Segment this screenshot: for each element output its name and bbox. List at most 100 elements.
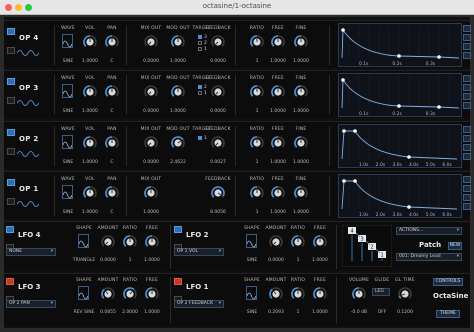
vol-knob[interactable] bbox=[82, 34, 98, 50]
gl-time-knob[interactable] bbox=[397, 286, 413, 302]
operator-mute[interactable] bbox=[7, 47, 15, 54]
envelope-editor[interactable]: 1.0s 2.0s 3.0s 4.0s 5.0s 6.0s bbox=[338, 124, 462, 168]
fine-knob[interactable] bbox=[293, 185, 309, 201]
wave-selector[interactable] bbox=[62, 84, 73, 98]
lfo-target-dropdown[interactable]: OP 2 FEEDBACK ▾ bbox=[174, 300, 224, 308]
operator-toggle[interactable] bbox=[7, 179, 15, 186]
target-checkbox[interactable] bbox=[198, 35, 202, 39]
free-knob[interactable] bbox=[270, 135, 286, 151]
target-checkbox[interactable] bbox=[198, 85, 202, 89]
envelope-handle[interactable] bbox=[407, 205, 411, 209]
envelope-handle[interactable] bbox=[397, 104, 401, 108]
envelope-handle[interactable] bbox=[407, 155, 411, 159]
wave-selector[interactable] bbox=[62, 34, 73, 48]
lfo-toggle[interactable] bbox=[6, 226, 14, 233]
envelope-zoom-button[interactable] bbox=[463, 144, 471, 151]
envelope-zoom-button[interactable] bbox=[463, 102, 471, 109]
target-checkbox[interactable] bbox=[198, 136, 202, 140]
mod-out-knob[interactable] bbox=[170, 84, 186, 100]
pan-knob[interactable] bbox=[104, 185, 120, 201]
controls-button[interactable]: CONTROLS bbox=[433, 278, 463, 286]
volume-knob[interactable] bbox=[351, 286, 367, 302]
lfo-shape-selector[interactable] bbox=[246, 286, 257, 300]
envelope-handle[interactable] bbox=[341, 78, 345, 82]
lfo-shape-selector[interactable] bbox=[78, 234, 89, 248]
envelope-zoom-button[interactable] bbox=[463, 43, 471, 50]
lfo-amount-knob[interactable] bbox=[268, 234, 284, 250]
fine-knob[interactable] bbox=[293, 135, 309, 151]
free-knob[interactable] bbox=[270, 34, 286, 50]
envelope-handle[interactable] bbox=[437, 105, 441, 109]
envelope-handle[interactable] bbox=[353, 179, 357, 183]
actions-dropdown[interactable]: ACTIONS... ▾ bbox=[396, 227, 462, 235]
envelope-zoom-button[interactable] bbox=[463, 34, 471, 41]
lfo-free-knob[interactable] bbox=[312, 286, 328, 302]
fine-knob[interactable] bbox=[293, 84, 309, 100]
feedback-knob[interactable] bbox=[210, 135, 226, 151]
lfo-ratio-knob[interactable] bbox=[122, 234, 138, 250]
envelope-zoom-button[interactable] bbox=[463, 194, 471, 201]
mod-out-knob[interactable] bbox=[170, 34, 186, 50]
envelope-zoom-button[interactable] bbox=[463, 75, 471, 82]
envelope-editor[interactable]: 0.1s 0.2s 0.3s bbox=[338, 73, 462, 117]
envelope-zoom-button[interactable] bbox=[463, 93, 471, 100]
envelope-handle[interactable] bbox=[341, 28, 345, 32]
envelope-zoom-button[interactable] bbox=[463, 25, 471, 32]
lfo-toggle[interactable] bbox=[6, 278, 14, 285]
ratio-knob[interactable] bbox=[249, 185, 265, 201]
envelope-zoom-button[interactable] bbox=[463, 185, 471, 192]
wave-selector[interactable] bbox=[62, 135, 73, 149]
mix-out-knob[interactable] bbox=[143, 135, 159, 151]
lfo-ratio-knob[interactable] bbox=[290, 234, 306, 250]
operator-mute[interactable] bbox=[7, 97, 15, 104]
mix-out-knob[interactable] bbox=[143, 185, 159, 201]
lfo-shape-selector[interactable] bbox=[246, 234, 257, 248]
target-checkbox[interactable] bbox=[198, 47, 202, 51]
vol-knob[interactable] bbox=[82, 135, 98, 151]
ratio-knob[interactable] bbox=[249, 34, 265, 50]
envelope-handle[interactable] bbox=[342, 129, 346, 133]
envelope-editor[interactable]: 1.0s 2.0s 3.0s 4.0s 5.0s 6.0s bbox=[338, 174, 462, 218]
ratio-knob[interactable] bbox=[249, 84, 265, 100]
envelope-handle[interactable] bbox=[353, 129, 357, 133]
envelope-zoom-button[interactable] bbox=[463, 203, 471, 210]
theme-button[interactable]: THEME bbox=[436, 310, 460, 318]
vol-knob[interactable] bbox=[82, 84, 98, 100]
operator-mute[interactable] bbox=[7, 198, 15, 205]
feedback-knob[interactable] bbox=[210, 185, 226, 201]
lfo-toggle[interactable] bbox=[174, 278, 182, 285]
lfo-amount-knob[interactable] bbox=[268, 286, 284, 302]
target-option[interactable]: 1 bbox=[198, 90, 207, 96]
envelope-zoom-button[interactable] bbox=[463, 52, 471, 59]
operator-toggle[interactable] bbox=[7, 78, 15, 85]
mix-out-knob[interactable] bbox=[143, 84, 159, 100]
target-option[interactable]: 1 bbox=[198, 135, 207, 141]
envelope-handle[interactable] bbox=[342, 179, 346, 183]
target-checkbox[interactable] bbox=[198, 41, 202, 45]
ratio-knob[interactable] bbox=[249, 135, 265, 151]
target-checkbox[interactable] bbox=[198, 91, 202, 95]
lfo-target-dropdown[interactable]: NONE ▾ bbox=[6, 248, 56, 256]
lfo-amount-knob[interactable] bbox=[100, 234, 116, 250]
pan-knob[interactable] bbox=[104, 34, 120, 50]
envelope-zoom-button[interactable] bbox=[463, 135, 471, 142]
target-option[interactable]: 1 bbox=[198, 46, 207, 52]
feedback-knob[interactable] bbox=[210, 84, 226, 100]
operator-toggle[interactable] bbox=[7, 129, 15, 136]
wave-selector[interactable] bbox=[62, 185, 73, 199]
mod-out-knob[interactable] bbox=[170, 135, 186, 151]
lfo-free-knob[interactable] bbox=[144, 286, 160, 302]
operator-toggle[interactable] bbox=[7, 28, 15, 35]
envelope-handle[interactable] bbox=[437, 55, 441, 59]
envelope-zoom-button[interactable] bbox=[463, 126, 471, 133]
envelope-handle[interactable] bbox=[397, 54, 401, 58]
glide-dropdown[interactable]: LEG bbox=[372, 288, 390, 296]
envelope-zoom-button[interactable] bbox=[463, 84, 471, 91]
lfo-ratio-knob[interactable] bbox=[290, 286, 306, 302]
vol-knob[interactable] bbox=[82, 185, 98, 201]
pan-knob[interactable] bbox=[104, 84, 120, 100]
lfo-ratio-knob[interactable] bbox=[122, 286, 138, 302]
free-knob[interactable] bbox=[270, 185, 286, 201]
free-knob[interactable] bbox=[270, 84, 286, 100]
mix-out-knob[interactable] bbox=[143, 34, 159, 50]
